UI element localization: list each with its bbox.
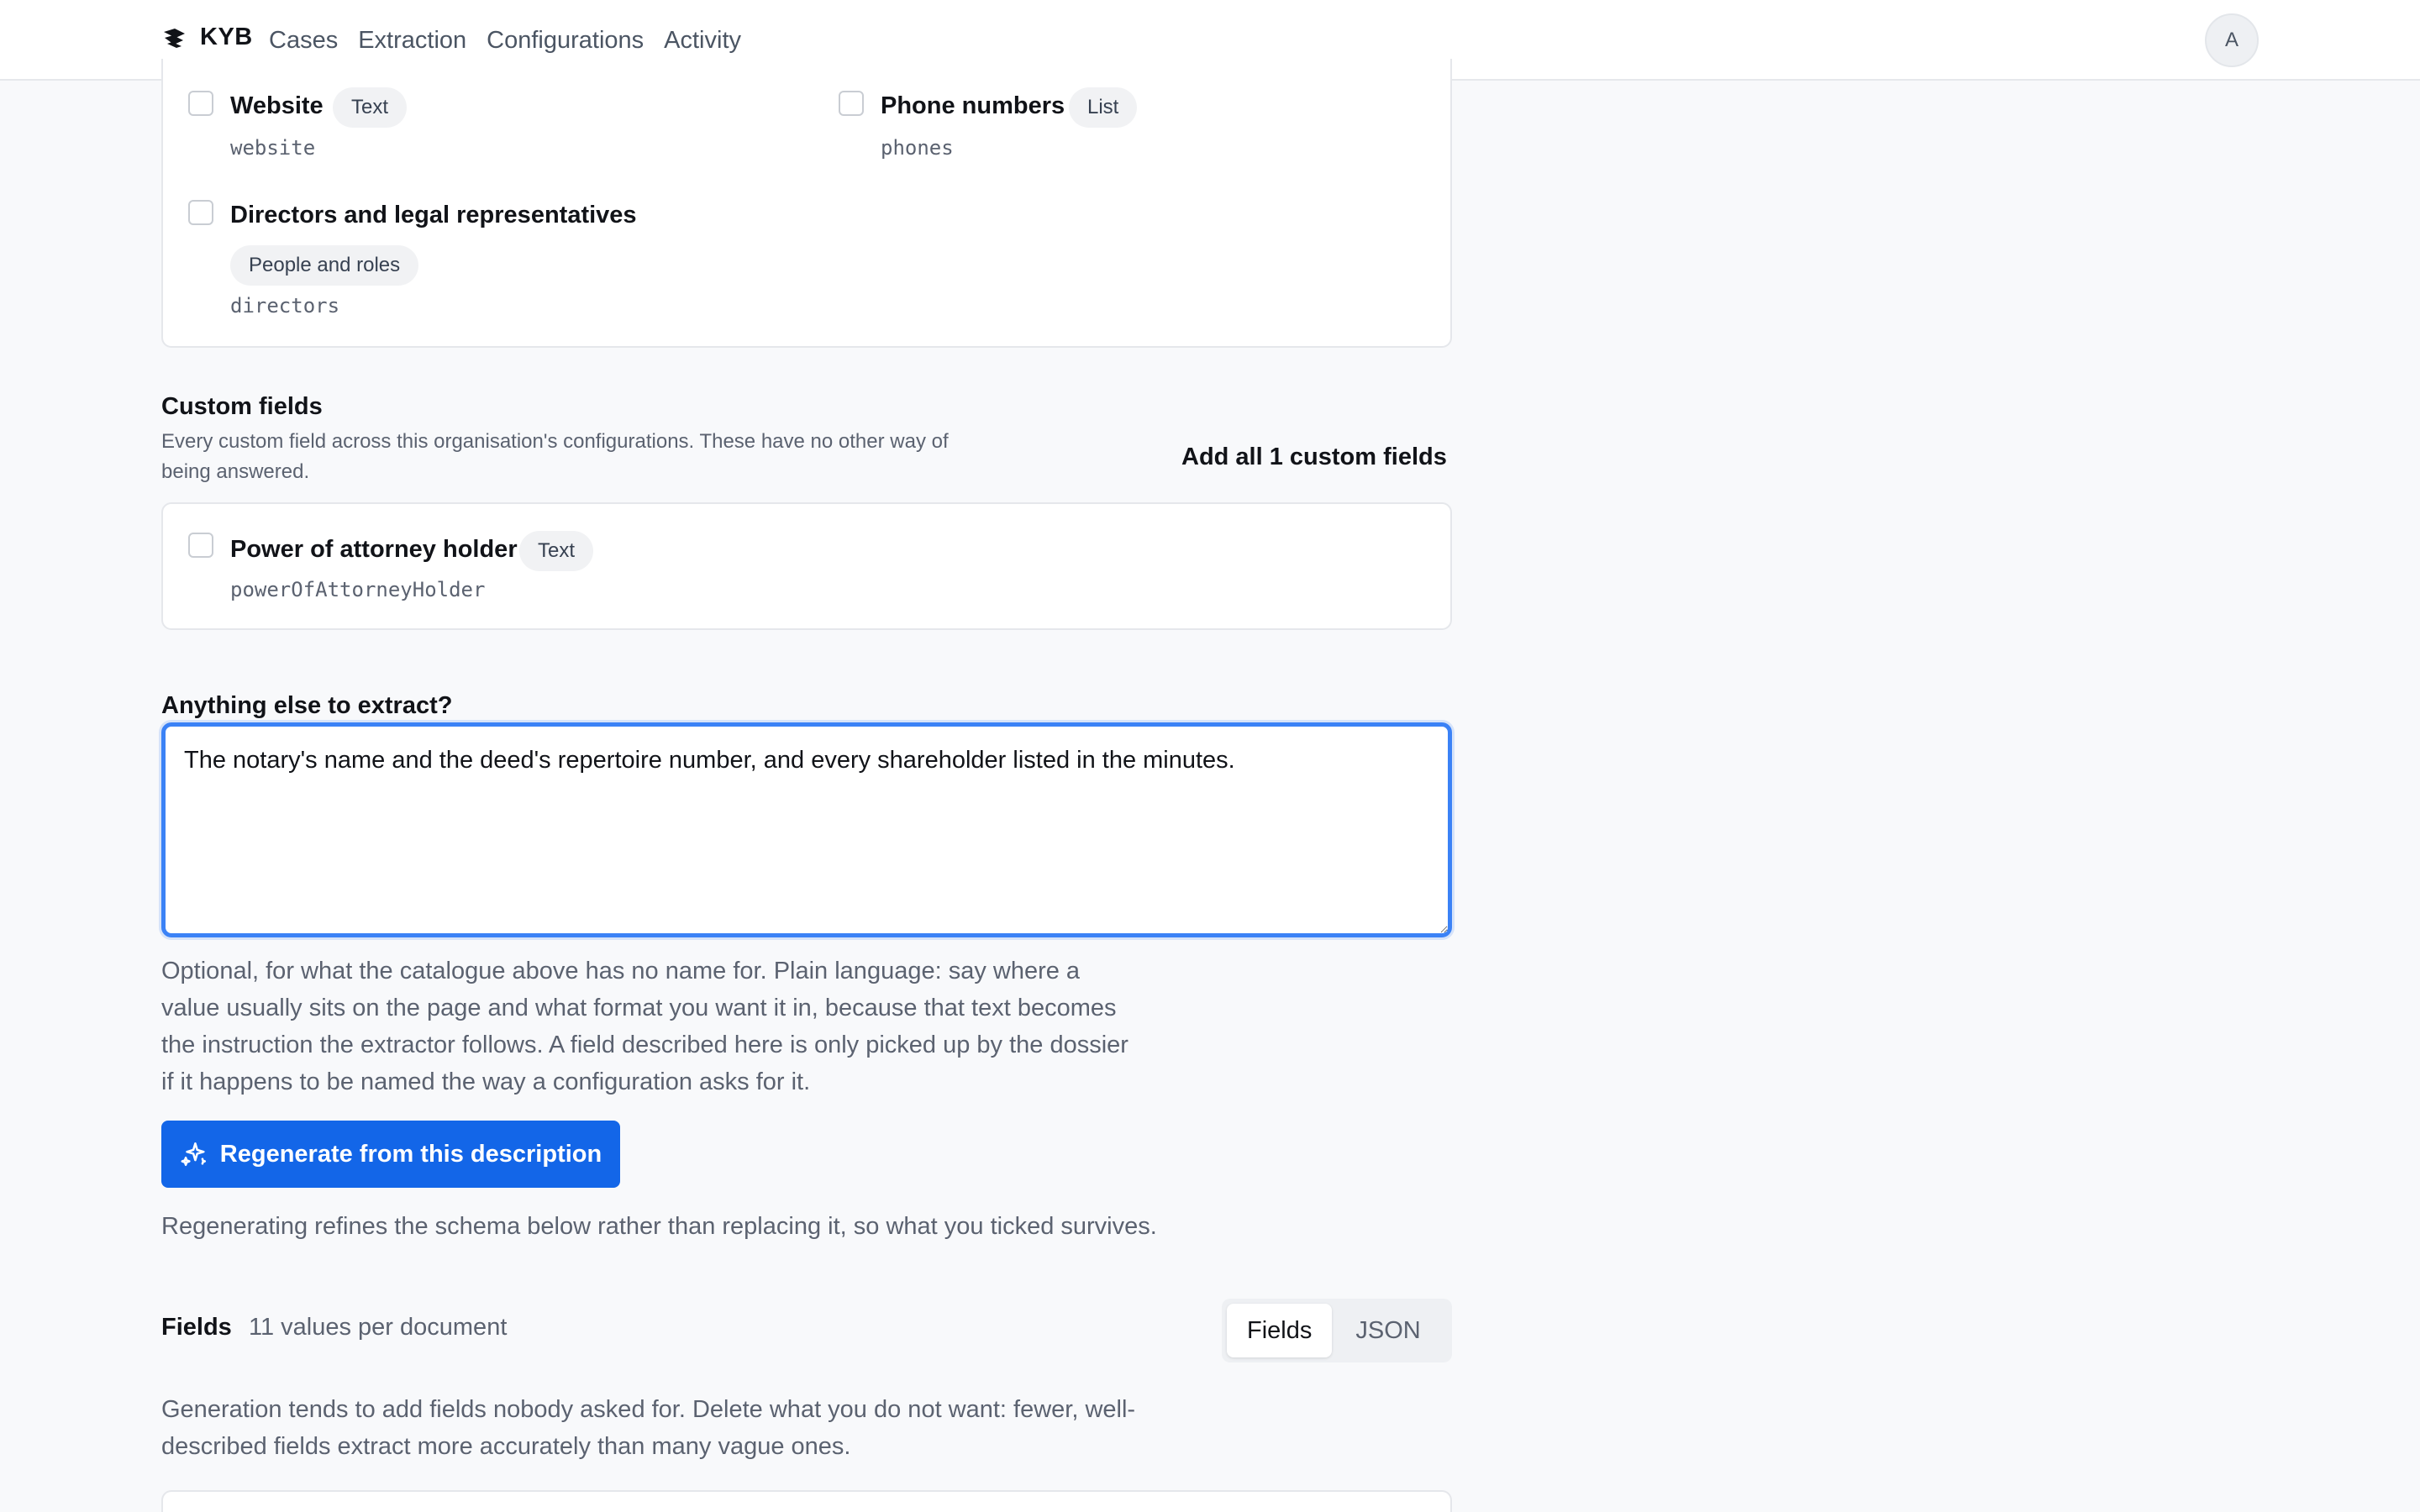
avatar[interactable]: A <box>2205 13 2259 67</box>
nav-item-configurations[interactable]: Configurations <box>487 24 644 57</box>
add-all-custom-fields-button[interactable]: Add all 1 custom fields <box>1181 444 1447 471</box>
custom-fields-description: Every custom field across this organisat… <box>161 430 949 483</box>
field-label-phones: Phone numbers <box>881 92 1065 119</box>
field-label-power-of-attorney: Power of attorney holder <box>230 536 518 563</box>
extra-extract-textarea[interactable]: The notary's name and the deed's reperto… <box>161 722 1452 937</box>
view-option-fields[interactable]: Fields <box>1227 1304 1333 1357</box>
field-type-badge: People and roles <box>230 245 419 286</box>
field-checkbox-power-of-attorney[interactable] <box>188 533 213 558</box>
fields-count: 11 values per document <box>249 1314 508 1341</box>
brand[interactable]: KYB <box>161 24 253 51</box>
field-key: phones <box>881 136 954 160</box>
main-nav: Cases Extraction Configurations Activity <box>269 24 741 57</box>
field-type-badge: Text <box>333 87 408 128</box>
field-label-directors: Directors and legal representatives <box>230 202 637 228</box>
regenerate-button-label: Regenerate from this description <box>219 1140 602 1168</box>
generated-fields-card <box>161 1490 1452 1512</box>
field-type-badge: Text <box>519 531 594 571</box>
regenerate-button[interactable]: Regenerate from this description <box>161 1121 620 1188</box>
kyb-logo-icon <box>164 28 185 48</box>
custom-fields-card: Power of attorney holder Text powerOfAtt… <box>161 502 1452 630</box>
field-checkbox-directors[interactable] <box>188 200 213 225</box>
fields-section-title: Fields <box>161 1314 232 1341</box>
custom-fields-title: Custom fields <box>161 393 323 420</box>
fields-section-note: Generation tends to add fields nobody as… <box>161 1396 1136 1460</box>
extra-extract-label: Anything else to extract? <box>161 692 453 719</box>
extra-extract-help: Optional, for what the catalogue above h… <box>161 958 1128 1095</box>
field-key: website <box>230 136 316 160</box>
view-option-json[interactable]: JSON <box>1335 1304 1440 1357</box>
regenerate-note: Regenerating refines the schema below ra… <box>161 1213 1157 1240</box>
field-checkbox-website[interactable] <box>188 91 213 116</box>
catalogue-fields-card: Website Text website Phone numbers List … <box>161 59 1452 348</box>
sparkles-icon <box>181 1142 206 1167</box>
nav-item-extraction[interactable]: Extraction <box>358 24 466 57</box>
nav-item-activity[interactable]: Activity <box>664 24 741 57</box>
field-key: directors <box>230 294 340 318</box>
nav-item-cases[interactable]: Cases <box>269 24 338 57</box>
field-label-website: Website <box>230 92 324 119</box>
field-checkbox-phones[interactable] <box>839 91 864 116</box>
field-type-badge: List <box>1069 87 1138 128</box>
view-toggle: Fields JSON <box>1222 1299 1452 1362</box>
brand-name: KYB <box>200 24 253 50</box>
field-key: powerOfAttorneyHolder <box>230 578 486 601</box>
